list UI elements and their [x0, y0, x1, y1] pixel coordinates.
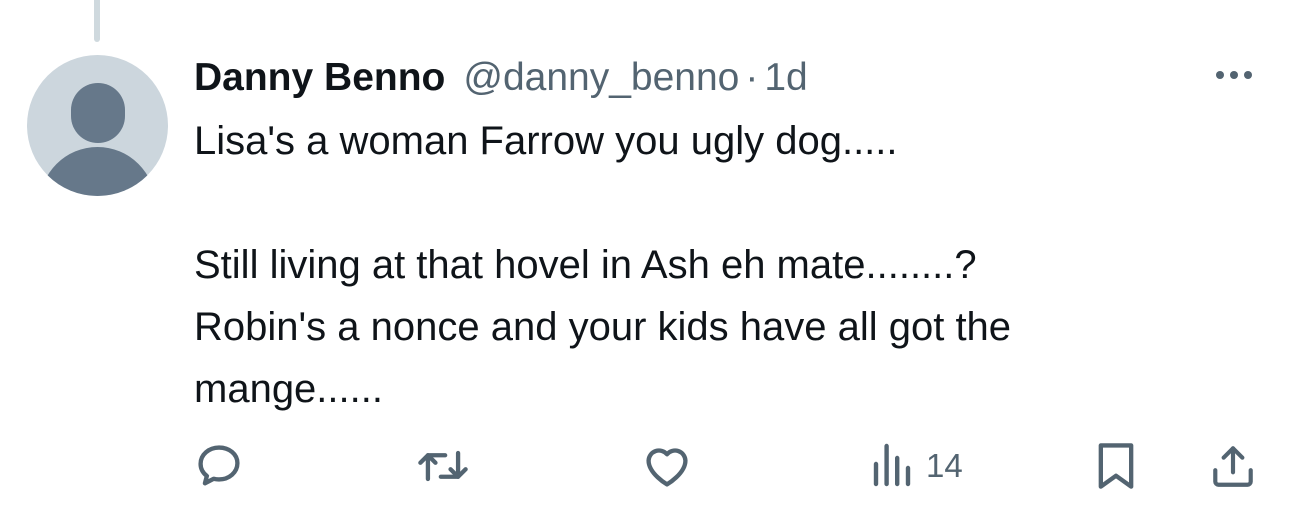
reply-icon	[198, 445, 240, 486]
bookmark-icon	[1098, 443, 1134, 489]
more-dot-icon	[1230, 71, 1238, 79]
tweet-actions-bar: 14	[0, 436, 1290, 496]
retweet-button[interactable]	[415, 436, 471, 496]
more-dot-icon	[1244, 71, 1252, 79]
tweet-text-line: Still living at that hovel in Ash eh mat…	[194, 243, 977, 287]
thread-connector-line	[94, 0, 100, 42]
share-button[interactable]	[1208, 436, 1258, 496]
like-button[interactable]	[641, 436, 693, 496]
bookmark-button[interactable]	[1094, 436, 1138, 496]
views-button[interactable]: 14	[870, 436, 963, 496]
tweet-text: Lisa's a woman Farrow you ugly dog..... …	[194, 110, 1254, 420]
avatar[interactable]	[27, 55, 168, 196]
tweet-header: Danny Benno @danny_benno · 1d	[194, 50, 808, 106]
tweet-text-line: mange......	[194, 367, 383, 411]
more-options-button[interactable]	[1208, 60, 1260, 90]
retweet-icon	[418, 450, 468, 482]
tweet-text-line: Lisa's a woman Farrow you ugly dog.....	[194, 119, 898, 163]
tweet-text-line: Robin's a nonce and your kids have all g…	[194, 305, 1012, 349]
author-handle[interactable]: @danny_benno	[463, 50, 739, 106]
author-name[interactable]: Danny Benno	[194, 50, 445, 106]
more-dot-icon	[1216, 71, 1224, 79]
separator-dot: ·	[745, 56, 759, 99]
default-avatar-icon	[40, 83, 155, 196]
share-icon	[1213, 446, 1253, 487]
paragraph-break	[194, 172, 1254, 234]
tweet-timestamp[interactable]: 1d	[764, 50, 807, 106]
views-icon	[873, 443, 911, 487]
reply-button[interactable]	[193, 436, 245, 496]
views-count: 14	[926, 447, 963, 484]
like-icon	[646, 448, 688, 487]
